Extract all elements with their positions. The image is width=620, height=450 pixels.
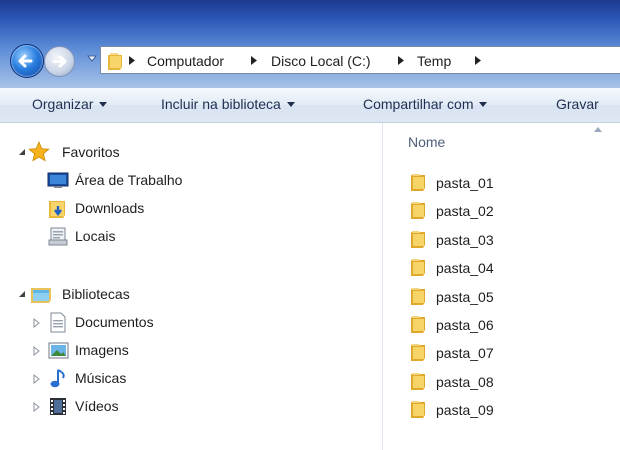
folder-icon [411, 202, 425, 220]
folder-icon [411, 372, 425, 390]
file-name: pasta_08 [436, 373, 494, 390]
file-name: pasta_05 [436, 288, 494, 305]
nav-group-libraries[interactable]: Bibliotecas [18, 284, 218, 306]
share-with-button[interactable]: Compartilhar com [363, 96, 488, 112]
include-in-library-button[interactable]: Incluir na biblioteca [161, 96, 295, 112]
libraries-icon [31, 288, 51, 303]
downloads-folder-icon [49, 201, 65, 218]
file-list-item[interactable]: pasta_09 [409, 398, 589, 422]
breadcrumb-temp[interactable]: Temp [417, 53, 451, 69]
file-name: pasta_01 [436, 175, 494, 191]
breadcrumb-computador[interactable]: Computador [147, 53, 224, 69]
folder-icon [411, 174, 425, 191]
pictures-icon [48, 342, 69, 359]
file-name: pasta_06 [436, 317, 494, 333]
folder-icon [411, 259, 425, 277]
file-list-item[interactable]: pasta_07 [409, 341, 589, 365]
nav-item-videos[interactable]: Vídeos [33, 396, 233, 418]
back-arrow-icon [18, 54, 33, 68]
dropdown-caret-icon [99, 102, 108, 107]
file-name: pasta_04 [436, 260, 494, 277]
forward-button[interactable] [44, 46, 75, 77]
nav-group-favorites[interactable]: Favoritos [18, 141, 218, 164]
dropdown-caret-icon [479, 102, 488, 107]
file-name: pasta_07 [436, 345, 494, 362]
organize-menu-button[interactable]: Organizar [32, 96, 108, 112]
back-button[interactable] [10, 44, 44, 78]
folder-icon [411, 287, 425, 305]
file-list-item[interactable]: pasta_04 [409, 256, 589, 280]
file-list-item[interactable]: pasta_03 [409, 228, 589, 252]
folder-icon [411, 230, 425, 248]
breadcrumb-chevron-icon[interactable] [251, 56, 257, 65]
nav-item-music[interactable]: Músicas [33, 368, 233, 390]
music-icon [50, 369, 65, 388]
title-bar: Computador Disco Local (C:) Temp [0, 0, 620, 88]
file-name: pasta_03 [436, 231, 494, 248]
address-bar[interactable]: Computador Disco Local (C:) Temp [100, 46, 620, 74]
file-list-item[interactable]: pasta_01 [409, 171, 589, 195]
nav-item-documents[interactable]: Documentos [33, 312, 233, 334]
expand-closed-arrow-icon[interactable] [33, 318, 40, 328]
file-list-item[interactable]: pasta_06 [409, 313, 589, 337]
folder-icon [411, 316, 425, 333]
expand-closed-arrow-icon[interactable] [33, 402, 40, 412]
navigation-pane: Favoritos Área de Trabalho Downloads Loc… [0, 123, 383, 450]
folder-icon [108, 53, 122, 70]
sort-ascending-icon [594, 127, 602, 132]
breadcrumb-disco-local[interactable]: Disco Local (C:) [271, 53, 371, 69]
dropdown-caret-icon [286, 102, 295, 107]
folder-icon [411, 401, 425, 419]
nav-item-desktop[interactable]: Área de Trabalho [46, 170, 246, 192]
documents-icon [50, 312, 66, 333]
file-list-item[interactable]: pasta_05 [409, 285, 589, 309]
file-list-pane: Nome pasta_01 pasta_02 pasta_03 pasta_04pas… [383, 123, 620, 450]
breadcrumb-chevron-icon[interactable] [398, 56, 404, 65]
expand-open-arrow-icon[interactable] [18, 148, 26, 156]
column-header-name[interactable]: Nome [408, 134, 445, 150]
star-icon [28, 141, 50, 162]
file-name: pasta_02 [436, 203, 494, 220]
breadcrumb-chevron-icon[interactable] [475, 56, 481, 65]
desktop-icon [47, 172, 69, 188]
breadcrumb-chevron-icon[interactable] [129, 56, 135, 65]
forward-arrow-icon [52, 55, 67, 68]
recent-places-icon [48, 227, 68, 246]
recent-pages-chevron-icon[interactable] [87, 55, 97, 63]
nav-item-recent-places[interactable]: Locais [46, 226, 246, 248]
file-list-item[interactable]: pasta_08 [409, 370, 589, 394]
videos-icon [50, 398, 66, 415]
file-list-item[interactable]: pasta_02 [409, 199, 589, 223]
nav-item-downloads[interactable]: Downloads [46, 198, 246, 220]
command-bar: Organizar Incluir na biblioteca Comparti… [0, 88, 620, 123]
folder-icon [411, 344, 425, 362]
burn-button[interactable]: Gravar [556, 96, 599, 112]
file-name: pasta_09 [436, 402, 494, 419]
nav-item-pictures[interactable]: Imagens [33, 340, 233, 362]
expand-closed-arrow-icon[interactable] [33, 374, 40, 384]
expand-closed-arrow-icon[interactable] [33, 346, 40, 356]
expand-open-arrow-icon[interactable] [18, 290, 26, 298]
